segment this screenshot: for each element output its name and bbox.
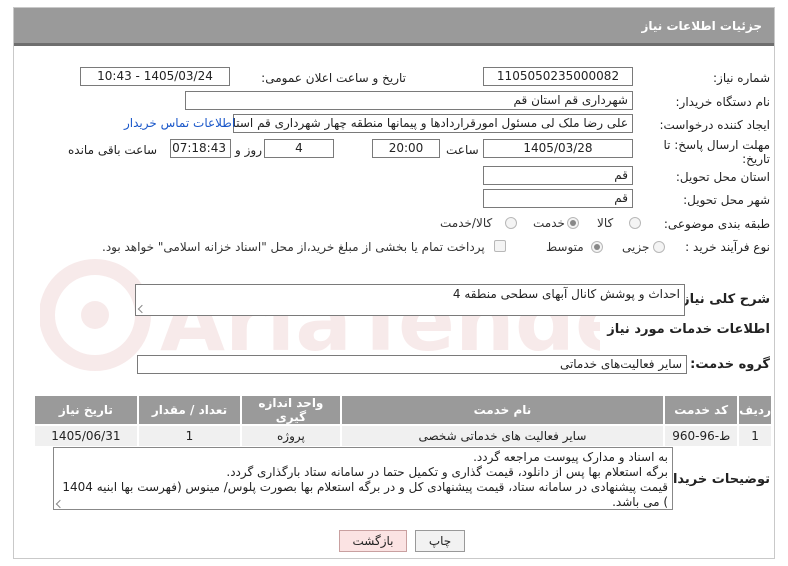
category-goods-service-label: کالا/خدمت <box>440 216 493 230</box>
category-label: طبقه بندی موضوعی: <box>663 217 770 231</box>
category-service-radio[interactable] <box>567 217 579 229</box>
service-group-field[interactable]: سایر فعالیت‌های خدماتی <box>137 355 687 374</box>
purchase-minor-label: جزیی <box>622 240 650 254</box>
city-label: شهر محل تحویل: <box>683 193 770 207</box>
purchase-medium-label: متوسط <box>546 240 584 254</box>
col-qty-header: تعداد / مقدار <box>136 394 243 426</box>
print-button[interactable]: چاپ <box>415 530 465 552</box>
col-row-header: ردیف <box>737 394 773 426</box>
category-service-label: خدمت <box>533 216 565 230</box>
cell-qty: 1 <box>136 424 243 448</box>
requester-label: ایجاد کننده درخواست: <box>659 118 770 132</box>
services-table: ردیف کد خدمت نام خدمت واحد اندازه گیری ت… <box>33 394 773 448</box>
buyer-notes-field[interactable]: به اسناد و مدارک پیوست مراجعه گردد. برگه… <box>53 447 673 510</box>
deadline-date-field[interactable]: 1405/03/28 <box>483 139 633 158</box>
province-label: استان محل تحویل: <box>675 170 770 184</box>
treasury-payment-checkbox[interactable] <box>494 240 506 252</box>
announce-datetime-label: تاریخ و ساعت اعلان عمومی: <box>261 71 406 85</box>
purchase-minor-radio[interactable] <box>653 241 665 253</box>
col-unit-header: واحد اندازه گیری <box>240 394 342 426</box>
category-goods-label: کالا <box>597 216 614 230</box>
table-header-row: ردیف کد خدمت نام خدمت واحد اندازه گیری ت… <box>33 394 773 426</box>
buyer-org-label: نام دستگاه خریدار: <box>675 95 771 109</box>
category-goods-service-radio[interactable] <box>505 217 517 229</box>
buyer-contact-link[interactable]: اطلاعات تماس خریدار <box>124 116 235 130</box>
category-goods-radio[interactable] <box>629 217 641 229</box>
cell-code: ط-96-960 <box>663 424 740 448</box>
notes-line: قیمت پیشنهادی در سامانه ستاد، قیمت پیشنه… <box>62 480 668 494</box>
need-number-label: شماره نیاز: <box>713 71 770 85</box>
panel-title: جزئیات اطلاعات نیاز <box>641 19 762 33</box>
back-button[interactable]: بازگشت <box>339 530 407 552</box>
requester-field[interactable]: علی رضا ملک لی مسئول امورقراردادها و پیم… <box>233 114 633 133</box>
deadline-time-field[interactable]: 20:00 <box>372 139 440 158</box>
buyer-org-field[interactable]: شهرداری قم استان قم <box>185 91 633 110</box>
services-section-title: اطلاعات خدمات مورد نیاز <box>607 322 770 337</box>
table-row[interactable]: 1 ط-96-960 سایر فعالیت های خدماتی شخصی پ… <box>33 424 773 448</box>
purchase-type-label: نوع فرآیند خرید : <box>685 240 770 254</box>
col-code-header: کد خدمت <box>663 394 740 426</box>
notes-line: به اسناد و مدارک پیوست مراجعه گردد. <box>473 450 668 464</box>
buyer-notes-label: توضیحات خریدار: <box>660 472 770 487</box>
province-field[interactable]: قم <box>483 166 633 185</box>
deadline-days-field[interactable]: 4 <box>264 139 334 158</box>
deadline-days-label: روز و <box>235 143 262 157</box>
col-name-header: نام خدمت <box>339 394 666 426</box>
description-field[interactable]: احداث و پوشش کانال آبهای سطحی منطقه 4 <box>135 284 685 316</box>
notes-line: ) می باشد. <box>612 495 668 509</box>
treasury-payment-note: پرداخت تمام یا بخشی از مبلغ خرید،از محل … <box>102 240 485 254</box>
cell-date: 1405/06/31 <box>33 424 139 448</box>
remaining-time-label: ساعت باقی مانده <box>68 143 158 157</box>
deadline-label: مهلت ارسال پاسخ: تا تاریخ: <box>663 138 770 166</box>
service-group-label: گروه خدمت: <box>690 357 770 372</box>
cell-row: 1 <box>737 424 773 448</box>
purchase-medium-radio[interactable] <box>591 241 603 253</box>
city-field[interactable]: قم <box>483 189 633 208</box>
cell-unit: پروژه <box>240 424 342 448</box>
description-label: شرح کلی نیاز: <box>676 292 770 307</box>
cell-name: سایر فعالیت های خدماتی شخصی <box>339 424 666 448</box>
need-number-field[interactable]: 1105050235000082 <box>483 67 633 86</box>
col-date-header: تاریخ نیاز <box>33 394 139 426</box>
remaining-time-field[interactable]: 07:18:43 <box>170 139 231 158</box>
announce-datetime-field[interactable]: 1405/03/24 - 10:43 <box>80 67 230 86</box>
notes-line: برگه استعلام بها پس از دانلود، قیمت گذار… <box>226 465 668 479</box>
panel-header: جزئیات اطلاعات نیاز <box>14 8 774 46</box>
deadline-time-label: ساعت <box>446 143 479 157</box>
